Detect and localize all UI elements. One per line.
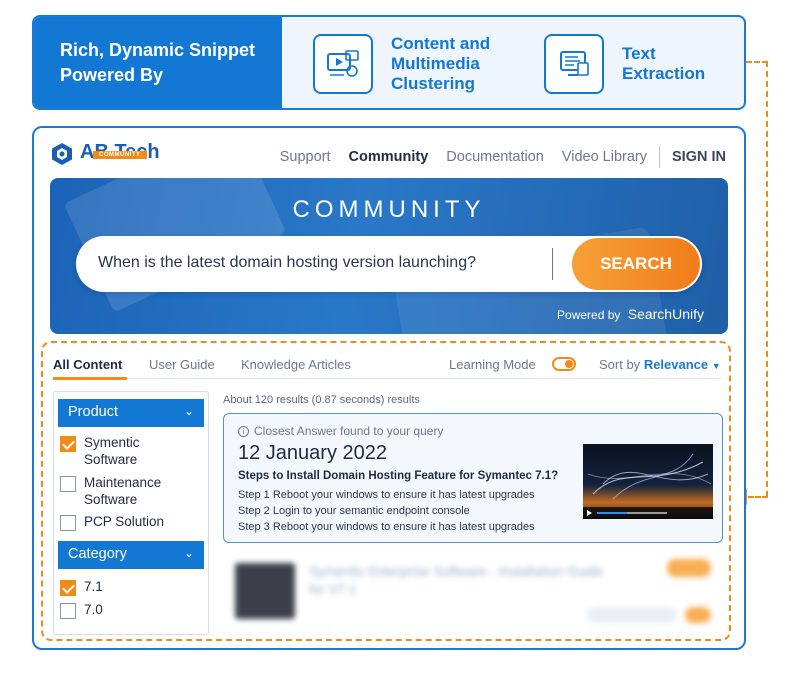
checkbox-checked[interactable] [60, 580, 76, 596]
filter-title: Category [68, 546, 127, 562]
content-tabs: All Content User Guide Knowledge Article… [53, 351, 721, 380]
answer-step: Step 1 Reboot your windows to ensure it … [238, 489, 535, 501]
checkbox-checked[interactable] [60, 436, 76, 452]
active-tab-indicator [53, 377, 127, 380]
filter-panel: Product ⌄ Symentic Software Maintenance … [53, 391, 209, 635]
sort-dropdown[interactable]: Sort by Relevance ▼ [599, 357, 721, 372]
filter-option-label: PCP Solution [84, 514, 165, 529]
learning-mode-toggle[interactable] [552, 357, 576, 371]
learning-mode-label: Learning Mode [449, 357, 536, 372]
chevron-down-icon: ⌄ [183, 404, 194, 418]
results-count: About 120 results (0.87 seconds) results [223, 394, 420, 406]
sort-value: Relevance [643, 357, 709, 372]
nav-divider [659, 146, 661, 168]
filter-option-maintenance-software[interactable]: Maintenance Software [60, 474, 194, 508]
hexagon-logo-icon [52, 143, 72, 165]
brand-badge: COMMUNITY [93, 151, 147, 159]
answer-date: 12 January 2022 [238, 442, 388, 464]
filter-title: Product [68, 404, 118, 420]
video-controls [583, 507, 713, 519]
connector-line [746, 61, 768, 63]
filter-header-category[interactable]: Category ⌄ [58, 541, 204, 569]
community-hero: COMMUNITY When is the latest domain host… [50, 178, 728, 334]
top-navigation: Support Community Documentation Video Li… [262, 146, 726, 168]
video-thumbnail[interactable] [583, 444, 713, 519]
connector-line [766, 61, 768, 497]
nav-documentation[interactable]: Documentation [446, 149, 544, 165]
video-progress[interactable] [597, 512, 667, 514]
powered-by: Powered by SearchUnify [557, 306, 704, 322]
checkbox[interactable] [60, 476, 76, 492]
feature-content-clustering: Content and Multimedia Clustering [313, 34, 521, 94]
result-meta-pill [587, 607, 677, 623]
result-title: Symentic Enterprise Software - Installat… [309, 564, 604, 597]
community-portal-card: AB Tech COMMUNITY Support Community Docu… [32, 126, 746, 650]
answer-step: Step 3 Reboot your windows to ensure it … [238, 521, 535, 533]
text-extraction-icon [544, 34, 604, 94]
nav-community[interactable]: Community [349, 149, 429, 165]
feature-label-text-extraction: Text Extraction [622, 44, 706, 83]
banner-title-block: Rich, Dynamic Snippet Powered By [34, 17, 282, 108]
nav-video-library[interactable]: Video Library [562, 149, 647, 165]
chevron-down-icon: ⌄ [183, 546, 194, 560]
chevron-down-icon: ▼ [711, 361, 721, 371]
powered-by-brand: SearchUnify [627, 306, 704, 322]
text-cursor [552, 248, 553, 280]
filter-option-symentic-software[interactable]: Symentic Software [60, 434, 184, 468]
feature-label-clustering: Content and Multimedia Clustering [391, 34, 491, 93]
search-bar: When is the latest domain hosting versio… [76, 236, 702, 292]
light-trails-image [587, 453, 712, 500]
results-area: All Content User Guide Knowledge Article… [41, 341, 731, 641]
tab-knowledge-articles[interactable]: Knowledge Articles [241, 357, 351, 372]
tab-user-guide[interactable]: User Guide [149, 357, 215, 372]
checkbox[interactable] [60, 603, 76, 619]
filter-option-7-1[interactable]: 7.1 [60, 578, 103, 596]
tab-all-content[interactable]: All Content [53, 357, 122, 372]
hero-title: COMMUNITY [292, 196, 486, 223]
multimedia-icon [313, 34, 373, 94]
closest-answer-card[interactable]: i Closest Answer found to your query 12 … [223, 413, 723, 543]
closest-answer-hint: i Closest Answer found to your query [238, 424, 443, 438]
toggle-knob [565, 360, 573, 368]
blurred-result-item[interactable]: Symentic Enterprise Software - Installat… [223, 551, 723, 631]
banner-title: Rich, Dynamic Snippet Powered By [60, 39, 256, 85]
answer-step: Step 2 Login to your semantic endpoint c… [238, 505, 470, 517]
info-icon: i [238, 425, 249, 437]
closest-answer-hint-text: Closest Answer found to your query [254, 424, 444, 438]
sort-label: Sort by [599, 357, 641, 372]
filter-option-label: 7.0 [84, 602, 103, 617]
feature-banner: Rich, Dynamic Snippet Powered By Content… [32, 15, 746, 110]
result-tag [667, 559, 711, 577]
powered-by-label: Powered by [557, 308, 621, 322]
nav-support[interactable]: Support [280, 149, 331, 165]
connector-line [748, 496, 768, 498]
filter-option-pcp-solution[interactable]: PCP Solution [60, 513, 164, 531]
filter-option-label: Symentic Software [84, 435, 140, 467]
result-action-button[interactable] [685, 607, 711, 623]
search-button[interactable]: SEARCH [572, 238, 700, 290]
search-input[interactable]: When is the latest domain hosting versio… [98, 254, 476, 272]
result-thumbnail [235, 563, 295, 619]
checkbox[interactable] [60, 515, 76, 531]
filter-option-label: Maintenance Software [84, 475, 162, 507]
filter-option-7-0[interactable]: 7.0 [60, 601, 103, 619]
answer-title[interactable]: Steps to Install Domain Hosting Feature … [238, 470, 558, 482]
filter-option-label: 7.1 [84, 579, 103, 594]
feature-text-extraction: Text Extraction [544, 34, 722, 94]
play-icon[interactable] [587, 510, 592, 516]
sign-in-link[interactable]: SIGN IN [672, 149, 726, 165]
filter-header-product[interactable]: Product ⌄ [58, 399, 204, 427]
